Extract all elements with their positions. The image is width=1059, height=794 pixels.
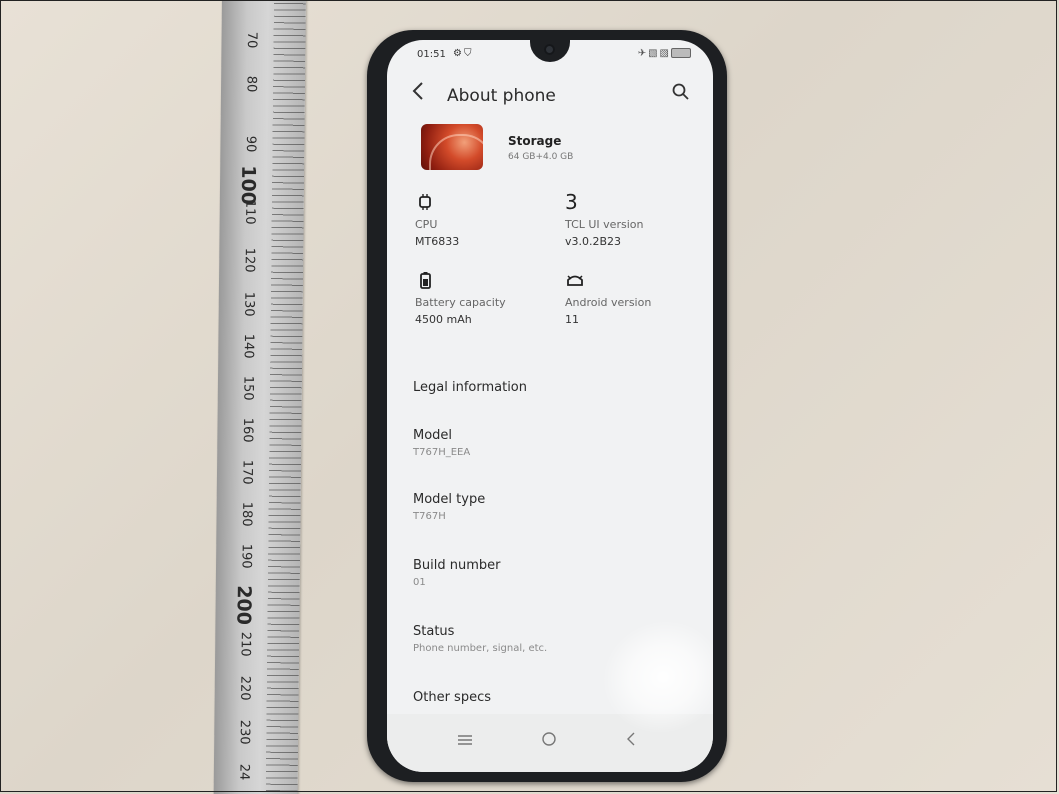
list-item-title: Other specs [413, 690, 491, 705]
list-item-model-type[interactable]: Model type T767H [413, 492, 693, 522]
list-item-subtitle: Phone number, signal, etc. [413, 643, 548, 654]
ruler-mark: 180 [238, 501, 255, 527]
spec-value: 11 [565, 313, 579, 326]
ruler: 70 80 90 100 110 120 130 140 150 160 170… [213, 0, 306, 794]
gear-icon: ⚙ [453, 48, 464, 59]
ruler-mark: 140 [240, 333, 256, 359]
ruler-mark: 110 [242, 199, 258, 225]
no-sim-icon: ▧ [648, 48, 660, 59]
list-item-title: Status [413, 624, 455, 639]
search-icon [672, 83, 689, 100]
ruler-mark: 24 [236, 763, 252, 781]
home-button[interactable] [533, 728, 565, 756]
ruler-mark: 150 [240, 375, 256, 401]
ruler-mark: 200 [232, 585, 255, 626]
ruler-mark: 80 [243, 75, 259, 93]
status-left-icons: ⚙⛉ [453, 48, 473, 59]
chevron-left-icon [412, 82, 423, 100]
ruler-mark: 170 [239, 459, 255, 485]
ruler-mark: 70 [243, 31, 260, 49]
storage-card[interactable]: Storage 64 GB+4.0 GB [421, 124, 691, 182]
list-item-other-specs[interactable]: Other specs [413, 690, 693, 705]
spec-value: 4500 mAh [415, 313, 472, 326]
ruler-mark: 190 [238, 543, 254, 569]
spec-value: v3.0.2B23 [565, 235, 622, 248]
storage-label: Storage [508, 134, 562, 148]
list-item-subtitle: 01 [413, 577, 426, 588]
list-item-title: Legal information [413, 380, 528, 395]
back-button[interactable] [411, 80, 435, 110]
no-sim-icon: ▧ [659, 48, 671, 59]
app-bar: About phone [387, 76, 713, 116]
spec-label: Android version [565, 296, 652, 309]
spec-label: TCL UI version [565, 218, 644, 231]
list-item-legal-information[interactable]: Legal information [413, 380, 693, 395]
spec-value: MT6833 [415, 235, 460, 248]
tcl-ui-icon: 3 [565, 190, 578, 214]
list-item-build-number[interactable]: Build number 01 [413, 558, 693, 588]
battery-icon [671, 48, 691, 58]
spec-battery-capacity[interactable]: Battery capacity 4500 mAh [415, 270, 555, 326]
ruler-mark: 90 [242, 135, 259, 153]
phone-body: 01:51 ⚙⛉ ✈▧▧ About phone Storage 64 GB+4… [367, 30, 727, 782]
spec-label: Battery capacity [415, 296, 506, 309]
list-item-subtitle: T767H [413, 511, 446, 522]
wallpaper-thumbnail [421, 124, 483, 170]
nav-back-button[interactable] [615, 728, 647, 756]
search-button[interactable] [671, 82, 695, 106]
menu-icon [458, 735, 472, 745]
list-item-title: Model type [413, 492, 486, 507]
navigation-bar [387, 714, 713, 772]
storage-value: 64 GB+4.0 GB [508, 152, 574, 162]
phone-screen: 01:51 ⚙⛉ ✈▧▧ About phone Storage 64 GB+4… [387, 40, 713, 772]
spec-tcl-ui-version[interactable]: 3 TCL UI version v3.0.2B23 [565, 192, 705, 248]
spec-label: CPU [415, 218, 438, 231]
list-item-title: Model [413, 428, 453, 443]
airplane-icon: ✈ [637, 48, 649, 59]
menu-button[interactable] [449, 728, 481, 756]
list-item-model[interactable]: Model T767H_EEA [413, 428, 693, 458]
status-time: 01:51 [417, 49, 446, 60]
cpu-icon [419, 194, 431, 210]
ruler-mark: 130 [241, 291, 257, 317]
ruler-ticks [213, 0, 306, 794]
ruler-mark: 210 [237, 631, 253, 657]
front-camera [544, 44, 555, 55]
ruler-mark: 120 [241, 247, 257, 273]
page-title: About phone [447, 86, 556, 106]
status-right-icons: ✈▧▧ [638, 48, 691, 59]
ruler-mark: 230 [236, 719, 252, 745]
spec-cpu[interactable]: CPU MT6833 [415, 192, 555, 248]
back-icon [627, 732, 635, 746]
battery-icon [420, 272, 431, 289]
spec-android-version[interactable]: Android version 11 [565, 270, 705, 326]
ruler-mark: 220 [237, 675, 253, 701]
list-item-status[interactable]: Status Phone number, signal, etc. [413, 624, 693, 654]
ruler-mark: 160 [239, 417, 256, 443]
android-icon [567, 275, 583, 286]
home-icon [542, 732, 556, 746]
shield-icon: ⛉ [463, 48, 474, 59]
list-item-subtitle: T767H_EEA [413, 447, 471, 458]
list-item-title: Build number [413, 558, 501, 573]
